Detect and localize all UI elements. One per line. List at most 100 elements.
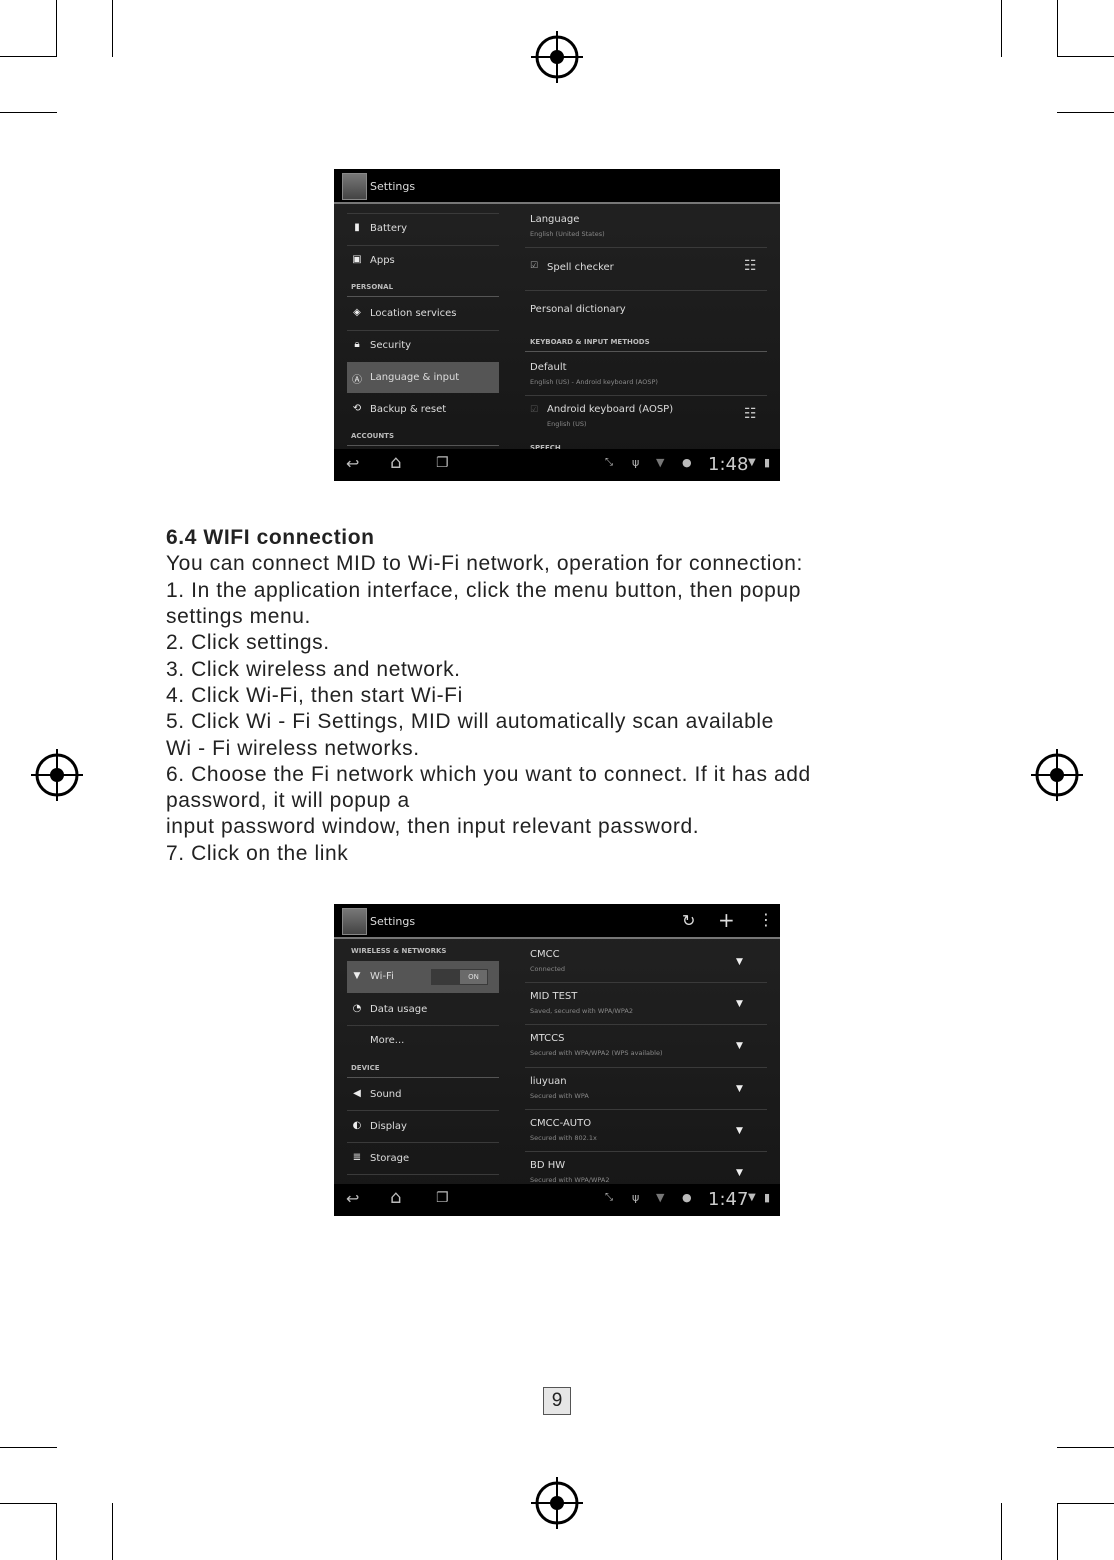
- network-status: Secured with WPA/WPA2 (WPS available): [530, 1049, 663, 1057]
- menu-item-data-usage[interactable]: Data usage: [370, 1004, 427, 1015]
- network-name[interactable]: CMCC-AUTO: [530, 1118, 591, 1129]
- crop-mark: [1057, 56, 1114, 57]
- fullscreen-icon: ⤡: [605, 1192, 613, 1203]
- navigation-bar: ↩ ⌂ ❐ ⤡ ψ ▼ ● 1:47 ▼ ▮: [334, 1184, 780, 1216]
- settings-sliders-icon[interactable]: ☷: [744, 406, 757, 422]
- back-icon[interactable]: ↩: [346, 1189, 359, 1208]
- crop-mark: [1057, 1503, 1114, 1504]
- menu-item-language-input[interactable]: Language & input: [370, 372, 459, 383]
- settings-app-icon: [342, 173, 367, 200]
- home-icon[interactable]: ⌂: [390, 1187, 401, 1208]
- apps-icon: ▣: [352, 254, 362, 265]
- menu-item-security[interactable]: Security: [370, 340, 411, 351]
- wifi-toggle[interactable]: ON: [431, 969, 488, 985]
- wifi-secured-icon: ▼: [736, 999, 743, 1009]
- navigation-bar: ↩ ⌂ ❐ ⤡ ψ ▼ ● 1:48 ▼ ▮: [334, 449, 780, 481]
- instruction-line: Wi - Fi wireless networks.: [166, 737, 420, 760]
- personal-dictionary[interactable]: Personal dictionary: [530, 304, 626, 315]
- wifi-signal-icon: ▼: [736, 957, 743, 967]
- crop-mark: [1001, 1503, 1002, 1560]
- wifi-question-icon: ▼: [656, 1191, 665, 1204]
- sound-icon: ◀: [353, 1088, 361, 1099]
- menu-item-apps[interactable]: Apps: [370, 255, 395, 266]
- add-network-icon[interactable]: +: [718, 908, 735, 932]
- crop-mark: [56, 1503, 57, 1560]
- android-keyboard-value: English (US): [547, 420, 587, 428]
- location-icon: ◈: [353, 307, 361, 318]
- language-value: English (United States): [530, 230, 605, 238]
- network-status: Connected: [530, 965, 566, 973]
- network-status: Secured with 802.1x: [530, 1134, 597, 1142]
- registration-mark-icon: [31, 749, 83, 801]
- crop-mark: [0, 1447, 57, 1448]
- language-setting[interactable]: Language: [530, 214, 579, 225]
- instruction-line: 6. Choose the Fi network which you want …: [166, 763, 811, 786]
- android-keyboard[interactable]: Android keyboard (AOSP): [547, 404, 673, 415]
- clock: 1:48: [708, 454, 749, 475]
- battery-status-icon: ▮: [764, 1191, 771, 1204]
- home-icon[interactable]: ⌂: [390, 452, 401, 473]
- wifi-secured-icon: ▼: [736, 1041, 743, 1051]
- crop-mark: [0, 1503, 57, 1504]
- network-name[interactable]: MID TEST: [530, 991, 577, 1002]
- recent-apps-icon[interactable]: ❐: [436, 455, 449, 471]
- spell-checkbox[interactable]: ☑: [530, 261, 538, 271]
- app-title: Settings: [370, 915, 416, 928]
- crop-mark: [0, 56, 57, 57]
- storage-icon: ≣: [352, 1152, 362, 1163]
- menu-item-battery[interactable]: Battery: [370, 223, 407, 234]
- section-header: ACCOUNTS: [351, 432, 395, 440]
- instruction-line: 3. Click wireless and network.: [166, 658, 461, 681]
- crop-mark: [0, 112, 57, 113]
- menu-item-more[interactable]: More...: [370, 1035, 404, 1046]
- settings-sliders-icon[interactable]: ☷: [744, 258, 757, 274]
- menu-item-storage[interactable]: Storage: [370, 1153, 409, 1164]
- usb-icon: ψ: [632, 1191, 640, 1204]
- instruction-line: 4. Click Wi-Fi, then start Wi-Fi: [166, 684, 463, 707]
- battery-status-icon: ▮: [764, 456, 771, 469]
- menu-item-sound[interactable]: Sound: [370, 1089, 402, 1100]
- wifi-secured-icon: ▼: [736, 1168, 743, 1178]
- menu-item-display[interactable]: Display: [370, 1121, 407, 1132]
- network-name[interactable]: CMCC: [530, 949, 560, 960]
- section-header: DEVICE: [351, 1064, 380, 1072]
- backup-icon: ⟲: [352, 403, 362, 414]
- wps-icon[interactable]: ↻: [682, 911, 695, 930]
- instruction-line: password, it will popup a: [166, 789, 410, 812]
- instruction-line: You can connect MID to Wi-Fi network, op…: [166, 552, 803, 575]
- network-name[interactable]: MTCCS: [530, 1033, 564, 1044]
- wifi-settings-screenshot: Settings ↻ + ⋮ WIRELESS & NETWORKS ▼ Wi-…: [334, 904, 780, 1216]
- network-name[interactable]: BD HW: [530, 1160, 565, 1171]
- menu-item-location[interactable]: Location services: [370, 308, 457, 319]
- battery-icon: ▮: [354, 222, 360, 233]
- overflow-menu-icon[interactable]: ⋮: [758, 910, 774, 929]
- instruction-line: 1. In the application interface, click t…: [166, 579, 801, 602]
- section-heading: 6.4 WIFI connection: [166, 526, 375, 549]
- crop-mark: [1057, 1503, 1058, 1560]
- wifi-question-icon: ▼: [656, 456, 665, 469]
- keyboard-a-icon: Ⓐ: [352, 375, 362, 386]
- menu-item-wifi[interactable]: Wi-Fi: [370, 971, 394, 982]
- fullscreen-icon: ⤡: [605, 457, 613, 468]
- back-icon[interactable]: ↩: [346, 454, 359, 473]
- default-keyboard-value: English (US) - Android keyboard (AOSP): [530, 378, 658, 386]
- crop-mark: [112, 1503, 113, 1560]
- instruction-line: 2. Click settings.: [166, 631, 330, 654]
- registration-mark-icon: [531, 31, 583, 83]
- default-keyboard[interactable]: Default: [530, 362, 567, 373]
- android-icon: ●: [682, 456, 692, 469]
- lock-icon: 🔒︎: [354, 339, 360, 350]
- recent-apps-icon[interactable]: ❐: [436, 1190, 449, 1206]
- spell-checker[interactable]: Spell checker: [547, 262, 614, 273]
- aosp-checkbox[interactable]: ☑: [530, 405, 538, 415]
- instruction-line: 5. Click Wi - Fi Settings, MID will auto…: [166, 710, 774, 733]
- registration-mark-icon: [1031, 749, 1083, 801]
- instruction-line: settings menu.: [166, 605, 311, 628]
- data-usage-icon: ◔: [352, 1003, 362, 1014]
- network-status: Secured with WPA: [530, 1092, 589, 1100]
- section-header: PERSONAL: [351, 283, 394, 291]
- clock: 1:47: [708, 1189, 749, 1210]
- crop-mark: [1057, 112, 1114, 113]
- network-name[interactable]: liuyuan: [530, 1076, 567, 1087]
- menu-item-backup[interactable]: Backup & reset: [370, 404, 446, 415]
